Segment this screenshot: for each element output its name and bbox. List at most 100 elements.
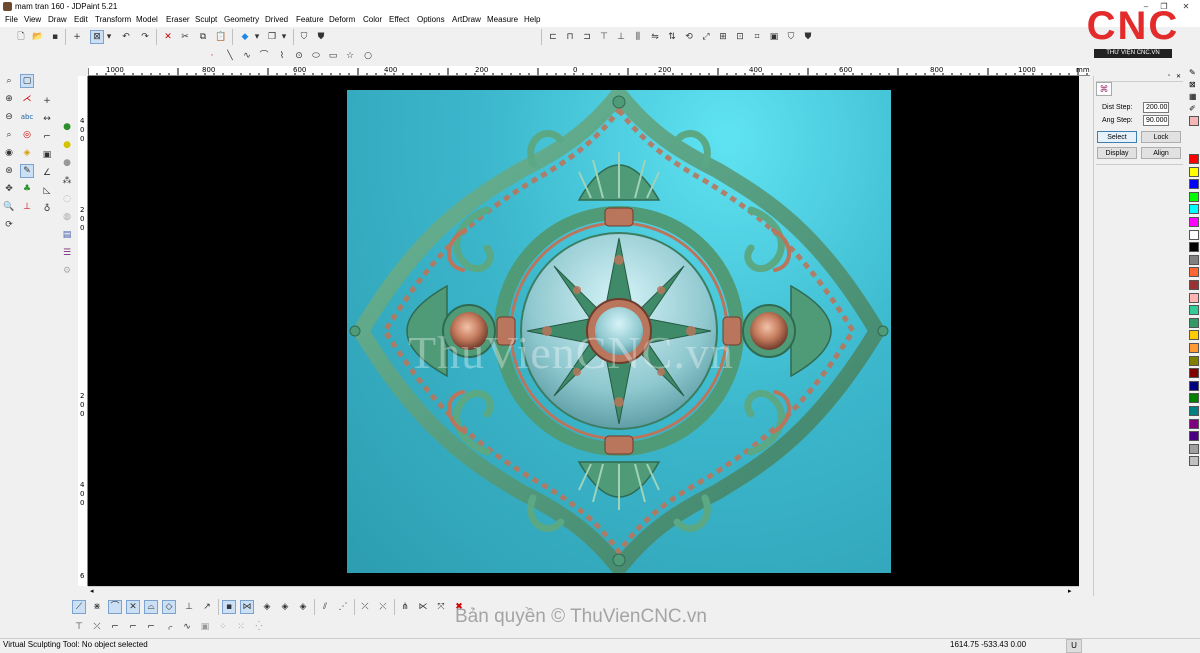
align-center-icon[interactable]: ⊓ (563, 30, 577, 44)
triangle-icon[interactable]: ◺ (40, 184, 54, 198)
array-icon[interactable]: ⊡ (733, 30, 747, 44)
shield-icon[interactable]: ⛉ (297, 30, 311, 44)
blend-icon[interactable]: ⫽ (318, 600, 332, 614)
view-eye-icon[interactable]: ◉ (2, 146, 16, 160)
cylinder-icon[interactable]: ▤ (60, 228, 74, 242)
color-swatch[interactable] (1189, 418, 1199, 429)
diamond-node-icon[interactable]: ◇ (162, 600, 176, 614)
break-all-icon[interactable]: ⤬ (376, 600, 390, 614)
node-icon[interactable]: ⋇ (90, 600, 104, 614)
light-green-icon[interactable]: ● (60, 120, 74, 134)
3d-viewport[interactable]: ThuVienCNC.vn (88, 76, 1079, 586)
dimension-icon[interactable]: ↔ (40, 112, 54, 126)
new-file-icon[interactable]: 🗋 (14, 30, 28, 44)
point-snap-icon[interactable]: ▪ (222, 600, 236, 614)
align-left-icon[interactable]: ⊏ (546, 30, 560, 44)
trim-icon[interactable]: ⊤ (72, 620, 86, 634)
color-swatch[interactable] (1189, 393, 1199, 404)
scatter-a-icon[interactable]: ⁘ (216, 620, 230, 634)
menu-options[interactable]: Options (417, 13, 445, 27)
sculpt-brush-icon[interactable]: ✎ (20, 164, 34, 178)
current-color-swatch[interactable] (1189, 116, 1199, 126)
align-bottom-icon[interactable]: ⊥ (614, 30, 628, 44)
perpendicular-icon[interactable]: ⊥ (182, 600, 196, 614)
scroll-left-icon[interactable]: ◂ (90, 587, 94, 596)
color-swatch[interactable] (1189, 267, 1199, 278)
drop-icon[interactable]: ◍ (60, 210, 74, 224)
scroll-right-icon[interactable]: ▸ (1068, 587, 1072, 596)
save-icon[interactable]: ▪ (48, 30, 62, 44)
light-yellow-icon[interactable]: ● (60, 138, 74, 152)
cut-icon[interactable]: ✂ (178, 30, 192, 44)
dropdown-icon[interactable]: ▾ (104, 30, 114, 44)
rectangle-icon[interactable]: ▭ (326, 49, 340, 63)
ellipse-icon[interactable]: ⬭ (309, 49, 323, 63)
color-swatch[interactable] (1189, 242, 1199, 253)
circle-dot-icon[interactable]: ⊙ (292, 49, 306, 63)
color-swatch[interactable] (1189, 217, 1199, 227)
color-swatch[interactable] (1189, 229, 1199, 240)
menu-deform[interactable]: Deform (329, 13, 355, 27)
polyline-icon[interactable]: ∿ (240, 49, 254, 63)
break-icon[interactable]: ⤫ (358, 600, 372, 614)
pan-icon[interactable]: ✥ (2, 182, 16, 196)
pattern-icon[interactable]: ▦ (1189, 92, 1197, 101)
group-icon[interactable]: ▣ (767, 30, 781, 44)
dist-step-input[interactable] (1143, 102, 1169, 113)
shade-dropdown-icon[interactable]: ▾ (252, 30, 262, 44)
menu-eraser[interactable]: Eraser (166, 13, 190, 27)
camera-icon[interactable]: ▣ (40, 148, 54, 162)
color-swatch[interactable] (1189, 191, 1199, 202)
pen-icon[interactable]: ✎ (1189, 68, 1196, 77)
color-swatch[interactable] (1189, 330, 1199, 341)
corner-icon[interactable]: ⌐ (40, 130, 54, 144)
menu-effect[interactable]: Effect (389, 13, 409, 27)
extend-icon[interactable]: ↗ (200, 600, 214, 614)
fill-tool-icon[interactable]: ◈ (20, 146, 34, 160)
menu-help[interactable]: Help (524, 13, 540, 27)
corner-a-icon[interactable]: ⌐ (108, 620, 122, 634)
color-swatch[interactable] (1189, 179, 1199, 190)
tree-icon[interactable]: ♣ (20, 182, 34, 196)
color-swatch[interactable] (1189, 305, 1199, 316)
arc-trim-icon[interactable]: ⌒ (108, 600, 122, 614)
view-cube-icon[interactable]: ❒ (265, 30, 279, 44)
remove-x-icon[interactable]: ⤧ (434, 600, 448, 614)
rotate-icon[interactable]: ⟲ (682, 30, 696, 44)
add-icon[interactable]: + (40, 94, 54, 108)
panel-close-icon[interactable]: ✕ (1176, 73, 1181, 80)
star-icon[interactable]: ☆ (343, 49, 357, 63)
line-icon[interactable]: ╲ (223, 49, 237, 63)
lock-button[interactable]: Lock (1141, 131, 1181, 143)
split-icon[interactable]: ⋔ (398, 600, 412, 614)
color-swatch[interactable] (1189, 368, 1199, 379)
eyedropper-icon[interactable]: ✐ (1189, 104, 1196, 113)
magnify-icon[interactable]: 🔍 (2, 200, 16, 214)
align-right-icon[interactable]: ⊐ (580, 30, 594, 44)
shape-a-icon[interactable]: ◈ (260, 600, 274, 614)
shape-c-icon[interactable]: ◈ (296, 600, 310, 614)
frame-icon[interactable]: ▣ (198, 620, 212, 634)
gear-icon[interactable]: ⚙ (60, 264, 74, 278)
menu-draw[interactable]: Draw (48, 13, 67, 27)
snap-icon[interactable]: ⌗ (750, 30, 764, 44)
panel-minimize-icon[interactable]: ▫ (1168, 73, 1170, 79)
copy-icon[interactable]: ⧉ (196, 30, 210, 44)
refresh-icon[interactable]: ⟳ (2, 218, 16, 232)
menu-geometry[interactable]: Geometry (224, 13, 259, 27)
menu-drived[interactable]: Drived (265, 13, 288, 27)
chamfer-icon[interactable]: ⌌ (162, 620, 176, 634)
distribute-icon[interactable]: ⫼ (631, 30, 645, 44)
delete-icon[interactable]: ✕ (161, 30, 175, 44)
shape-b-icon[interactable]: ◈ (278, 600, 292, 614)
no-color-icon[interactable]: ⊠ (1189, 80, 1196, 89)
scatter-c-icon[interactable]: ⁛ (252, 620, 266, 634)
color-swatch[interactable] (1189, 317, 1199, 328)
zoom-out-icon[interactable]: ⊖ (2, 110, 16, 124)
display-button[interactable]: Display (1097, 147, 1137, 159)
light-gray-icon[interactable]: ● (60, 156, 74, 170)
color-swatch[interactable] (1189, 443, 1199, 454)
menu-edit[interactable]: Edit (74, 13, 88, 27)
zoom-all-icon[interactable]: ⊛ (2, 164, 16, 178)
mask-filled-icon[interactable]: ⛊ (801, 30, 815, 44)
